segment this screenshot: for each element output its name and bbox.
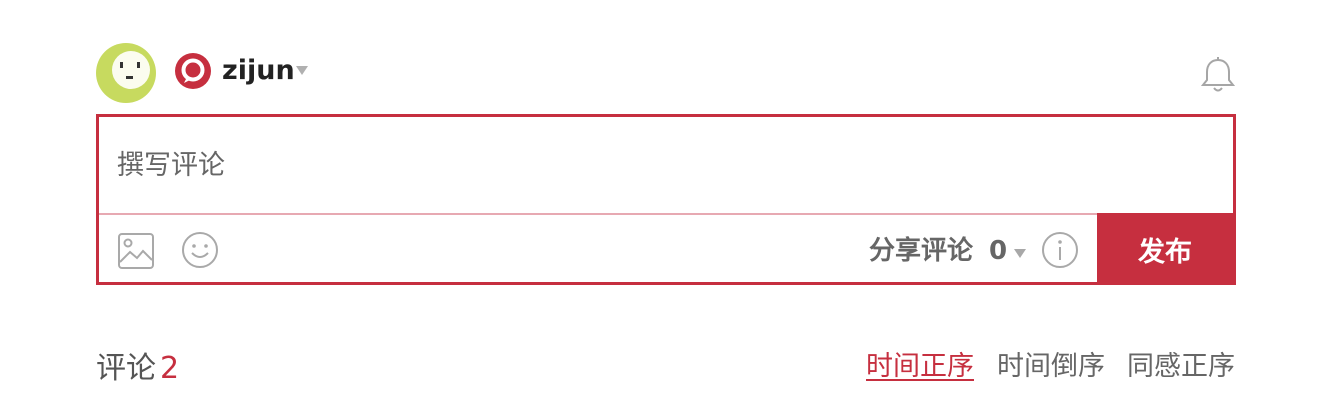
publish-button[interactable]: 发布: [1097, 213, 1233, 285]
service-logo-icon: [175, 53, 211, 89]
bell-icon[interactable]: [1200, 56, 1236, 94]
comments-title: 评论: [96, 351, 156, 386]
comments-heading: 评论 2: [96, 348, 179, 390]
comment-composer: 分享评论 0 发布: [96, 114, 1236, 285]
avatar[interactable]: [95, 42, 157, 104]
composer-divider: [99, 213, 1233, 215]
comment-input[interactable]: [99, 117, 1233, 213]
share-count[interactable]: 0: [989, 233, 1007, 269]
chevron-down-icon[interactable]: [296, 66, 308, 75]
chevron-down-icon[interactable]: [1014, 249, 1026, 258]
sort-tab-time-desc[interactable]: 时间倒序: [997, 348, 1105, 386]
username[interactable]: zijun: [222, 52, 295, 90]
comment-widget: zijun 分享评论 0 发布 评论2: [0, 0, 1340, 404]
emoji-icon[interactable]: [181, 231, 219, 269]
share-comment-label[interactable]: 分享评论: [869, 233, 973, 269]
sort-tab-agree-asc[interactable]: 同感正序: [1127, 348, 1235, 386]
sort-tab-time-asc[interactable]: 时间正序: [866, 348, 974, 386]
info-icon[interactable]: [1041, 231, 1079, 269]
image-icon[interactable]: [117, 232, 155, 270]
comments-count: 2: [160, 351, 180, 386]
